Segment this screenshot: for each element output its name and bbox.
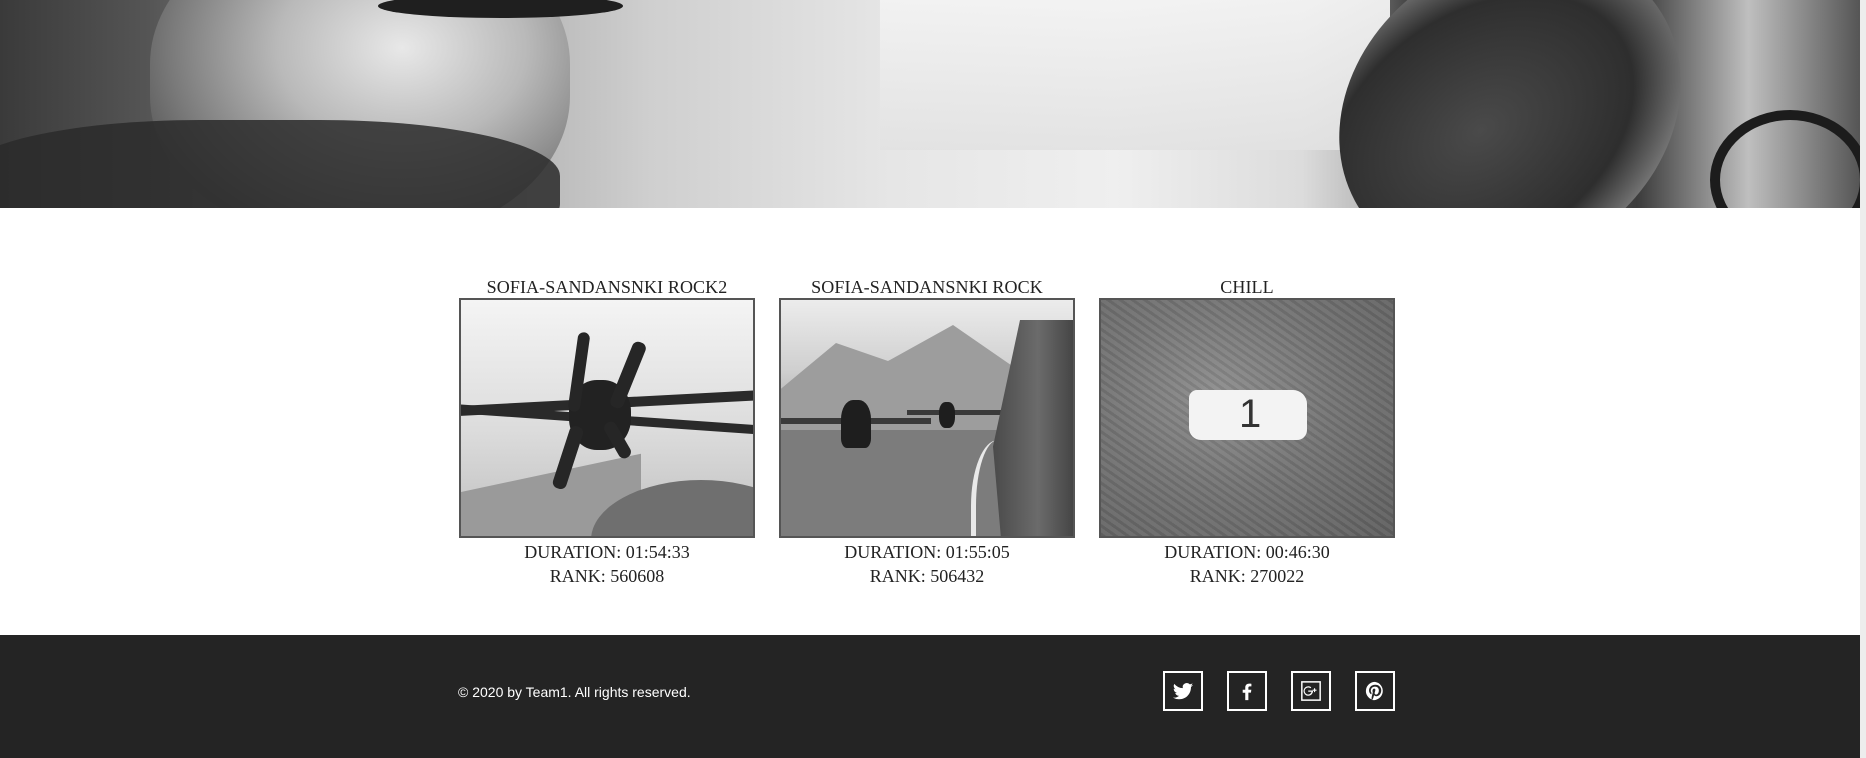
thumb-motorcycle	[841, 400, 871, 448]
thumb-mountain	[781, 325, 1031, 445]
pinterest-icon	[1365, 681, 1383, 701]
track-rank: RANK: 270022	[1189, 566, 1305, 586]
twitter-link[interactable]	[1163, 671, 1203, 711]
hero-shoulder-shape	[0, 120, 560, 208]
track-rank: RANK: 560608	[549, 566, 665, 586]
track-title[interactable]: SOFIA-SANDANSNKI ROCK2	[459, 276, 755, 298]
thumb-marker-glyph: 1	[1239, 392, 1262, 436]
hero-steering-wheel	[1710, 110, 1860, 208]
google-plus-link[interactable]	[1291, 671, 1331, 711]
track-thumbnail[interactable]	[779, 298, 1075, 538]
pinterest-link[interactable]	[1355, 671, 1395, 711]
site-footer: © 2020 by Team1. All rights reserved.	[0, 635, 1860, 758]
track-meta: DURATION: 01:54:33 RANK: 560608	[459, 540, 755, 588]
thumb-motorcycle	[939, 402, 955, 428]
thumb-guardrail	[907, 410, 1007, 415]
track-title[interactable]: SOFIA-SANDANSNKI ROCK	[779, 276, 1075, 298]
hero-window-shape	[880, 0, 1390, 150]
track-duration: DURATION: 01:55:05	[844, 542, 1010, 562]
facebook-icon	[1242, 683, 1252, 701]
copyright-text: © 2020 by Team1. All rights reserved.	[458, 684, 691, 700]
google-plus-icon	[1301, 681, 1321, 701]
track-duration: DURATION: 01:54:33	[524, 542, 690, 562]
track-thumbnail[interactable]	[459, 298, 755, 538]
hero-banner	[0, 0, 1860, 208]
track-card[interactable]: SOFIA-SANDANSNKI ROCK DURATION: 01:55:05…	[779, 276, 1075, 588]
thumb-cliff	[993, 320, 1073, 536]
track-thumbnail[interactable]: 1	[1099, 298, 1395, 538]
facebook-link[interactable]	[1227, 671, 1267, 711]
track-rank: RANK: 506432	[869, 566, 985, 586]
twitter-icon	[1172, 683, 1194, 700]
track-card[interactable]: CHILL 1 DURATION: 00:46:30 RANK: 270022	[1099, 276, 1395, 588]
track-meta: DURATION: 00:46:30 RANK: 270022	[1099, 540, 1395, 588]
track-duration: DURATION: 00:46:30	[1164, 542, 1330, 562]
track-card[interactable]: SOFIA-SANDANSNKI ROCK2 DURATION: 01:54:3…	[459, 276, 755, 588]
page-scrollbar[interactable]	[1860, 0, 1866, 758]
track-meta: DURATION: 01:55:05 RANK: 506432	[779, 540, 1075, 588]
track-title[interactable]: CHILL	[1099, 276, 1395, 298]
